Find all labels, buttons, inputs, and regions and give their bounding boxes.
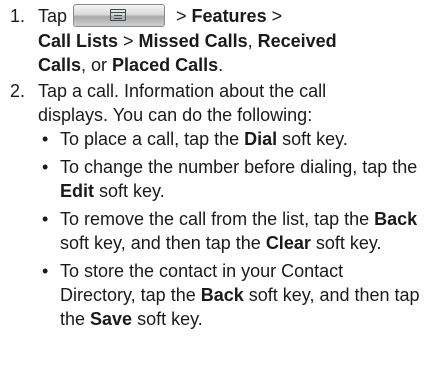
back-key-label: Back <box>200 284 244 305</box>
missed-calls-label: Missed Calls <box>138 30 248 51</box>
separator: > <box>266 6 283 26</box>
step-1-line-3: Calls, or Placed Calls. <box>38 53 423 77</box>
menu-key-icon <box>73 3 166 27</box>
step-body: Tap a call. Information about the call d… <box>38 79 423 335</box>
features-label: Features <box>191 6 267 26</box>
separator: > <box>171 6 192 26</box>
step-number: 2. <box>10 80 26 101</box>
list-item: To store the contact in your Contact Dir… <box>38 259 423 331</box>
step-1: 1. Tap > Features > Call Lists > Missed … <box>10 3 423 77</box>
dial-key-label: Dial <box>244 128 278 149</box>
edit-key-label: Edit <box>60 180 94 201</box>
received-label: Received <box>257 30 337 51</box>
list-item: To remove the call from the list, tap th… <box>38 207 423 255</box>
placed-calls-label: Placed Calls <box>112 54 219 75</box>
separator: > <box>118 30 139 51</box>
step-1-line-1: Tap > Features > <box>38 3 423 29</box>
step-2: 2. Tap a call. Information about the cal… <box>10 79 423 335</box>
comma: , <box>247 30 258 51</box>
period: . <box>218 54 224 75</box>
list-item: To change the number before dialing, tap… <box>38 155 423 203</box>
step-2-line-1: Tap a call. Information about the call <box>38 80 327 101</box>
tap-text: Tap <box>38 6 68 26</box>
step-1-line-2: Call Lists > Missed Calls, Received <box>38 29 423 53</box>
step-number: 1. <box>10 6 26 26</box>
step-2-line-2: displays. You can do the following: <box>38 104 313 125</box>
calls-label: Calls <box>38 54 82 75</box>
save-key-label: Save <box>90 308 133 329</box>
back-key-label: Back <box>374 208 418 229</box>
clear-key-label: Clear <box>265 232 311 253</box>
or-text: , or <box>81 54 113 75</box>
call-lists-label: Call Lists <box>38 30 119 51</box>
step-body: Tap > Features > Call Lists > Missed Cal… <box>38 3 423 77</box>
options-list: To place a call, tap the Dial soft key. … <box>38 127 423 331</box>
instructions-page: 1. Tap > Features > Call Lists > Missed … <box>0 0 431 392</box>
list-item: To place a call, tap the Dial soft key. <box>38 127 423 151</box>
